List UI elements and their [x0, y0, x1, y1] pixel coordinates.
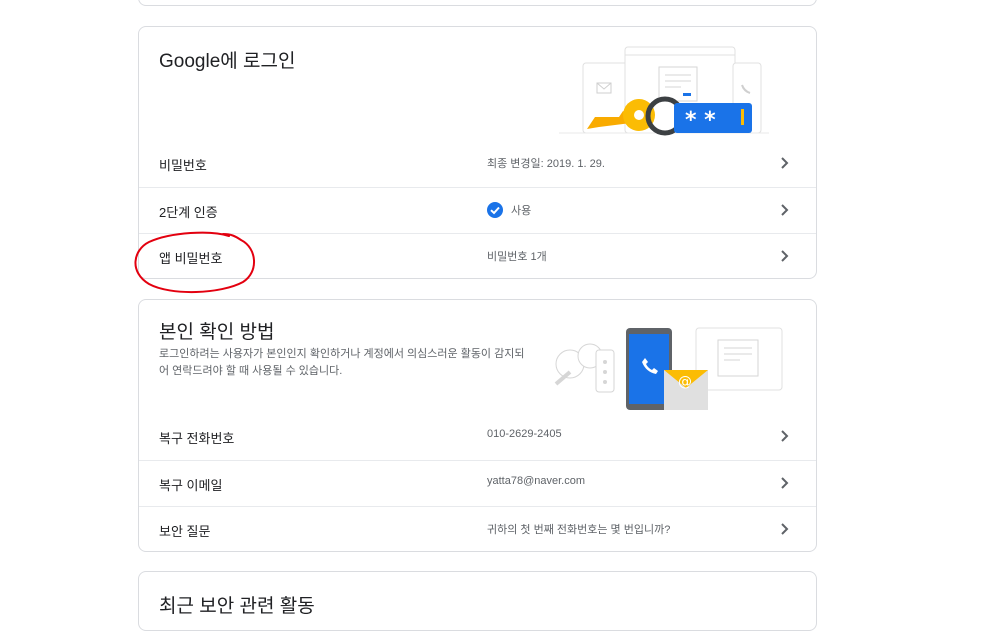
password-label: 비밀번호: [159, 158, 207, 173]
security-question-label: 보안 질문: [159, 524, 211, 539]
verification-card-description: 로그인하려는 사용자가 본인인지 확인하거나 계정에서 의심스러운 활동이 감지…: [159, 348, 525, 377]
recovery-email-row[interactable]: 복구 이메일 yatta78@naver.com: [139, 460, 816, 506]
chevron-right-icon: [781, 523, 789, 535]
recovery-email-value: yatta78@naver.com: [487, 475, 585, 487]
verification-methods-card: 본인 확인 방법 로그인하려는 사용자가 본인인지 확인하거나 계정에서 의심스…: [138, 299, 817, 552]
recovery-phone-label: 복구 전화번호: [159, 431, 235, 446]
verification-illustration: @: [554, 327, 783, 410]
security-question-value: 귀하의 첫 번째 전화번호는 몇 번입니까?: [487, 524, 671, 536]
recovery-phone-row[interactable]: 복구 전화번호 010-2629-2405: [139, 414, 816, 459]
password-row[interactable]: 비밀번호 최종 변경일: 2019. 1. 29.: [139, 141, 816, 186]
app-passwords-label: 앱 비밀번호: [159, 251, 223, 266]
recent-activity-card: 최근 보안 관련 활동: [138, 571, 817, 631]
app-passwords-count: 비밀번호 1개: [487, 251, 547, 263]
signin-card-title: Google에 로그인: [159, 51, 296, 72]
previous-card: [138, 0, 817, 6]
password-last-changed: 최종 변경일: 2019. 1. 29.: [487, 158, 605, 170]
recovery-email-label: 복구 이메일: [159, 478, 223, 493]
svg-text:@: @: [678, 374, 692, 390]
two-step-verification-row[interactable]: 2단계 인증 사용: [139, 187, 816, 233]
recovery-phone-value: 010-2629-2405: [487, 428, 562, 440]
check-circle-icon: [487, 202, 503, 218]
app-passwords-row[interactable]: 앱 비밀번호 비밀번호 1개: [139, 233, 816, 279]
two-step-status: 사용: [487, 202, 531, 218]
recent-activity-title: 최근 보안 관련 활동: [159, 596, 315, 617]
verification-card-title: 본인 확인 방법: [159, 322, 275, 343]
two-step-status-text: 사용: [511, 205, 532, 217]
two-step-label: 2단계 인증: [159, 205, 218, 220]
chevron-right-icon: [781, 477, 789, 489]
chevron-right-icon: [781, 430, 789, 442]
signin-illustration: * *: [559, 46, 769, 136]
chevron-right-icon: [781, 250, 789, 262]
signin-card: Google에 로그인 * * 비밀번호 최종 변경일: 2019. 1. 29…: [138, 26, 817, 279]
svg-text:* *: * *: [685, 108, 716, 133]
chevron-right-icon: [781, 204, 789, 216]
chevron-right-icon: [781, 157, 789, 169]
security-question-row[interactable]: 보안 질문 귀하의 첫 번째 전화번호는 몇 번입니까?: [139, 506, 816, 552]
